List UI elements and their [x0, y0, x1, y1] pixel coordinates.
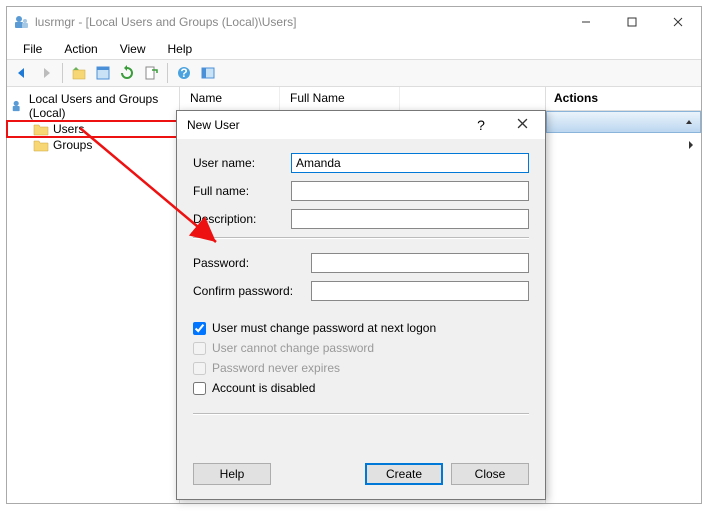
export-button[interactable] [140, 62, 162, 84]
app-icon [13, 14, 29, 30]
minimize-button[interactable] [563, 7, 609, 37]
account-disabled-checkbox[interactable] [193, 382, 206, 395]
cannot-change-checkbox [193, 342, 206, 355]
up-button[interactable] [68, 62, 90, 84]
description-input[interactable] [291, 209, 529, 229]
never-expires-label: Password never expires [212, 361, 340, 375]
dialog-help-button[interactable]: ? [463, 117, 499, 133]
menubar: File Action View Help [7, 37, 701, 59]
dialog-title: New User [187, 118, 463, 132]
username-input[interactable] [291, 153, 529, 173]
divider [193, 413, 529, 415]
actions-section[interactable] [546, 111, 701, 133]
password-input[interactable] [311, 253, 529, 273]
menu-view[interactable]: View [110, 40, 156, 58]
confirm-password-label: Confirm password: [193, 284, 311, 298]
username-label: User name: [193, 156, 291, 170]
tree-item-groups[interactable]: Groups [7, 137, 179, 153]
window-controls [563, 7, 701, 37]
toolbar: ? [7, 59, 701, 87]
back-button[interactable] [11, 62, 33, 84]
dialog-close-button[interactable] [499, 118, 545, 132]
menu-action[interactable]: Action [54, 40, 107, 58]
help-button[interactable]: ? [173, 62, 195, 84]
actions-more[interactable] [546, 133, 701, 159]
never-expires-row: Password never expires [193, 361, 529, 375]
tree-item-users[interactable]: Users [7, 121, 179, 137]
list-header: Name Full Name [180, 87, 545, 111]
cannot-change-row: User cannot change password [193, 341, 529, 355]
account-disabled-label: Account is disabled [212, 381, 315, 395]
never-expires-checkbox [193, 362, 206, 375]
maximize-button[interactable] [609, 7, 655, 37]
dialog-titlebar: New User ? [177, 111, 545, 139]
column-fullname[interactable]: Full Name [280, 87, 400, 110]
collapse-up-icon [684, 117, 694, 127]
users-group-icon [11, 99, 25, 113]
must-change-label: User must change password at next logon [212, 321, 436, 335]
new-user-dialog: New User ? User name: Full name: Descrip… [176, 110, 546, 500]
divider [193, 237, 529, 239]
show-hide-button[interactable] [197, 62, 219, 84]
dialog-buttons: Help Create Close [193, 463, 529, 485]
account-disabled-row: Account is disabled [193, 381, 529, 395]
create-button[interactable]: Create [365, 463, 443, 485]
properties-button[interactable] [92, 62, 114, 84]
chevron-right-icon [687, 140, 695, 150]
confirm-password-input[interactable] [311, 281, 529, 301]
folder-icon [33, 122, 49, 136]
must-change-checkbox[interactable] [193, 322, 206, 335]
tree-item-label: Users [53, 122, 84, 136]
window-title: lusrmgr - [Local Users and Groups (Local… [35, 15, 563, 29]
actions-panel: Actions [546, 87, 701, 503]
fullname-input[interactable] [291, 181, 529, 201]
close-button[interactable]: Close [451, 463, 529, 485]
must-change-row: User must change password at next logon [193, 321, 529, 335]
help-button[interactable]: Help [193, 463, 271, 485]
fullname-label: Full name: [193, 184, 291, 198]
svg-text:?: ? [180, 66, 187, 80]
description-label: Description: [193, 212, 291, 226]
tree-root-label: Local Users and Groups (Local) [29, 92, 175, 120]
tree-panel: Local Users and Groups (Local) Users Gro… [7, 87, 180, 503]
forward-button[interactable] [35, 62, 57, 84]
actions-header: Actions [546, 87, 701, 111]
cannot-change-label: User cannot change password [212, 341, 374, 355]
tree-item-label: Groups [53, 138, 92, 152]
menu-file[interactable]: File [13, 40, 52, 58]
refresh-button[interactable] [116, 62, 138, 84]
tree-root[interactable]: Local Users and Groups (Local) [7, 91, 179, 121]
folder-icon [33, 138, 49, 152]
password-label: Password: [193, 256, 311, 270]
close-button[interactable] [655, 7, 701, 37]
column-name[interactable]: Name [180, 87, 280, 110]
menu-help[interactable]: Help [158, 40, 203, 58]
dialog-body: User name: Full name: Description: Passw… [177, 139, 545, 439]
titlebar: lusrmgr - [Local Users and Groups (Local… [7, 7, 701, 37]
